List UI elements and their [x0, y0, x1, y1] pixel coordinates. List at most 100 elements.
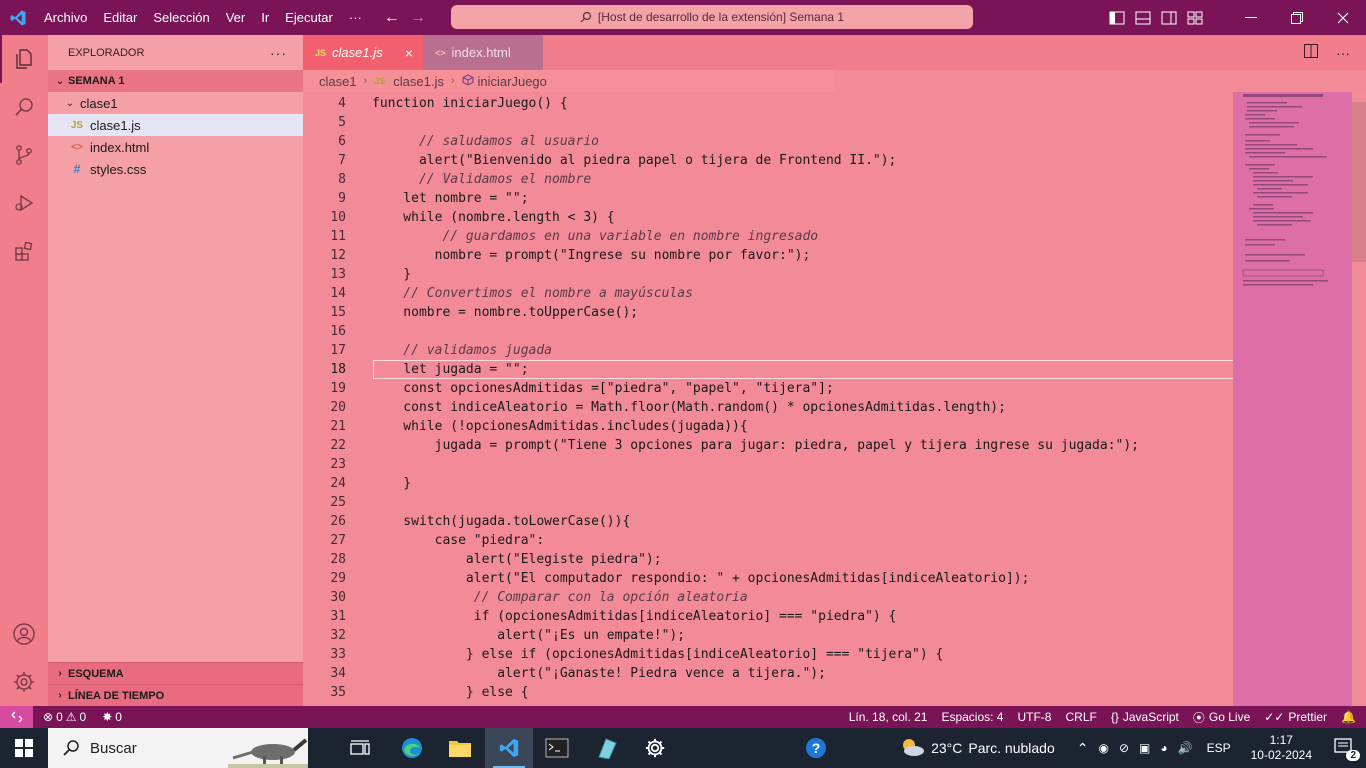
extensions-icon[interactable] [0, 227, 48, 275]
menu-seleccion[interactable]: Selección [145, 10, 217, 25]
menu-editar[interactable]: Editar [95, 10, 145, 25]
code-line[interactable]: 21 while (!opcionesAdmitidas.includes(ju… [303, 417, 1233, 436]
forward-arrow-icon[interactable]: → [410, 9, 426, 27]
search-icon[interactable] [0, 83, 48, 131]
close-tab-icon[interactable]: × [405, 45, 413, 61]
menu-ir[interactable]: Ir [253, 10, 277, 25]
go-live-button[interactable]: ⦿ Go Live [1193, 709, 1250, 726]
help-icon[interactable]: ? [792, 728, 840, 768]
code-line[interactable]: 9 let nombre = ""; [303, 189, 1233, 208]
explorer-icon[interactable] [0, 35, 48, 83]
code-line[interactable]: 4 function iniciarJuego() { [303, 94, 1233, 113]
remote-indicator-icon[interactable] [0, 706, 33, 728]
menu-ver[interactable]: Ver [218, 10, 254, 25]
editor-more-button[interactable]: ··· [1336, 45, 1350, 61]
taskbar-search-box[interactable]: Buscar [48, 728, 308, 768]
toggle-sidebar-icon[interactable] [1104, 0, 1130, 35]
minimize-icon[interactable] [1228, 0, 1274, 35]
code-line[interactable]: 25 [303, 493, 1233, 512]
code-line[interactable]: 22 jugada = prompt("Tiene 3 opciones par… [303, 436, 1233, 455]
network-off-icon[interactable]: ⊘ [1119, 741, 1129, 755]
code-line[interactable]: 12 nombre = prompt("Ingrese su nombre po… [303, 246, 1233, 265]
file-clase1-js[interactable]: JS clase1.js [48, 114, 303, 136]
tab-index-html[interactable]: <> index.html [423, 35, 543, 70]
file-styles-css[interactable]: # styles.css [48, 158, 303, 180]
end-of-line[interactable]: CRLF [1065, 710, 1096, 724]
ports-indicator[interactable]: ✸ 0 [102, 710, 122, 724]
encoding[interactable]: UTF-8 [1017, 710, 1051, 724]
code-line[interactable]: 17 // validamos jugada [303, 341, 1233, 360]
weather-icon[interactable] [899, 736, 925, 761]
indentation[interactable]: Espacios: 4 [941, 710, 1003, 724]
terminal-icon[interactable] [533, 728, 581, 768]
file-explorer-icon[interactable] [436, 728, 484, 768]
windows-start-icon[interactable] [0, 728, 48, 768]
toggle-secondary-sidebar-icon[interactable] [1156, 0, 1182, 35]
run-debug-icon[interactable] [0, 179, 48, 227]
tab-clase1-js[interactable]: JS clase1.js × [303, 35, 423, 70]
restore-icon[interactable] [1274, 0, 1320, 35]
code-line[interactable]: 8 // Validamos el nombre [303, 170, 1233, 189]
vscode-taskbar-icon[interactable] [485, 728, 533, 768]
code-line[interactable]: 14 // Convertimos el nombre a mayúsculas [303, 284, 1233, 303]
code-editor[interactable]: 4 function iniciarJuego() {5 6 // saludamo… [303, 92, 1233, 706]
code-line[interactable]: 20 const indiceAleatorio = Math.floor(Ma… [303, 398, 1233, 417]
notification-center-icon[interactable]: 2 [1334, 737, 1360, 761]
code-line[interactable]: 15 nombre = nombre.toUpperCase(); [303, 303, 1233, 322]
code-line[interactable]: 13 } [303, 265, 1233, 284]
close-window-icon[interactable] [1320, 0, 1366, 35]
code-line[interactable]: 6 // saludamos al usuario [303, 132, 1233, 151]
display-icon[interactable]: ▣ [1139, 741, 1150, 755]
menu-more-button[interactable]: ··· [341, 10, 370, 25]
code-line[interactable]: 23 [303, 455, 1233, 474]
sidebar-more-button[interactable]: ··· [270, 45, 287, 61]
code-line[interactable]: 34 alert("¡Ganaste! Piedra vence a tijer… [303, 664, 1233, 683]
file-index-html[interactable]: <> index.html [48, 136, 303, 158]
minimap[interactable] [1233, 92, 1352, 706]
split-editor-icon[interactable] [1304, 44, 1318, 61]
wifi-icon[interactable]: ◕ [1160, 741, 1167, 755]
code-line[interactable]: 33 } else if (opcionesAdmitidas[indiceAl… [303, 645, 1233, 664]
timeline-section-header[interactable]: › LÍNEA DE TIEMPO [48, 684, 303, 706]
weather-temperature[interactable]: 23°C [931, 740, 962, 756]
back-arrow-icon[interactable]: ← [384, 9, 400, 27]
menu-archivo[interactable]: Archivo [36, 10, 95, 25]
code-line[interactable]: 31 if (opcionesAdmitidas[indiceAleatorio… [303, 607, 1233, 626]
problems-indicator[interactable]: ⊗ 0 ⚠ 0 [43, 710, 86, 724]
notifications-bell-icon[interactable]: 🔔 [1341, 710, 1356, 724]
code-line[interactable]: 7 alert("Bienvenido al piedra papel o ti… [303, 151, 1233, 170]
code-line[interactable]: 5 [303, 113, 1233, 132]
language-mode[interactable]: {} JavaScript [1111, 710, 1179, 724]
edge-browser-icon[interactable] [388, 728, 436, 768]
code-line[interactable]: 32 alert("¡Es un empate!"); [303, 626, 1233, 645]
input-language[interactable]: ESP [1207, 741, 1231, 755]
command-center[interactable]: [Host de desarrollo de la extensión] Sem… [451, 5, 973, 29]
cursor-position[interactable]: Lín. 18, col. 21 [849, 710, 928, 724]
meet-now-icon[interactable]: ◉ [1099, 741, 1109, 755]
breadcrumb-folder[interactable]: clase1 [319, 74, 357, 89]
code-line[interactable]: 35 } else { [303, 683, 1233, 702]
task-view-icon[interactable] [336, 728, 384, 768]
code-line[interactable]: 16 [303, 322, 1233, 341]
workspace-section-header[interactable]: ⌄ SEMANA 1 [48, 70, 303, 92]
code-line[interactable]: 29 alert("El computador respondio: " + o… [303, 569, 1233, 588]
code-line[interactable]: 24 } [303, 474, 1233, 493]
code-line[interactable]: 11 // guardamos en una variable en nombr… [303, 227, 1233, 246]
breadcrumb-symbol[interactable]: iniciarJuego [478, 74, 547, 89]
code-line[interactable]: 18 let jugada = ""; [303, 360, 1233, 379]
menu-ejecutar[interactable]: Ejecutar [277, 10, 341, 25]
breadcrumb-file[interactable]: clase1.js [393, 74, 444, 89]
code-line[interactable]: 10 while (nombre.length < 3) { [303, 208, 1233, 227]
clock[interactable]: 1:17 10-02-2024 [1251, 733, 1312, 763]
prettier-button[interactable]: ✓✓ Prettier [1264, 710, 1327, 724]
code-line[interactable]: 26 switch(jugada.toLowerCase()){ [303, 512, 1233, 531]
weather-description[interactable]: Parc. nublado [968, 740, 1054, 756]
notepad-app-icon[interactable] [582, 728, 630, 768]
code-line[interactable]: 30 // Comparar con la opción aleatoria [303, 588, 1233, 607]
settings-gear-icon[interactable] [0, 658, 48, 706]
chevron-up-icon[interactable]: ⌃ [1077, 740, 1089, 757]
customize-layout-icon[interactable] [1182, 0, 1208, 35]
source-control-icon[interactable] [0, 131, 48, 179]
outline-section-header[interactable]: › ESQUEMA [48, 662, 303, 684]
accounts-icon[interactable] [0, 610, 48, 658]
